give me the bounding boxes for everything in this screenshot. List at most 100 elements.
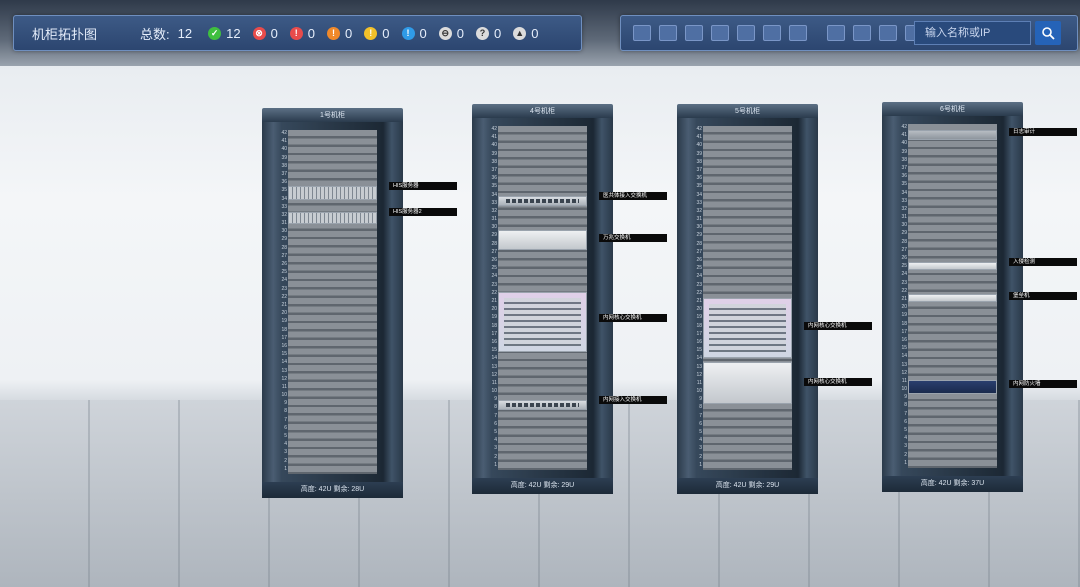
unit-number: 14 [281,359,287,366]
device-label[interactable]: 内网核心交换机 [804,378,872,386]
unit-number: 19 [696,314,702,321]
stat-check[interactable]: ✓ 12 [208,26,241,41]
rack-view-icon[interactable] [659,25,677,41]
unit-number: 15 [491,347,497,354]
unit-number: 34 [901,189,907,196]
device-label[interactable]: HIS服务器 [389,182,457,190]
device-label[interactable]: HIS服务器2 [389,208,457,216]
stat-caution[interactable]: ! 0 [364,25,390,41]
rack-device[interactable] [908,380,997,394]
unit-number: 41 [491,134,497,141]
device-label[interactable]: 万兆交换机 [599,234,667,242]
unit-number: 11 [491,379,497,386]
unit-number: 1 [904,459,907,466]
unit-number: 42 [281,130,287,136]
device-label[interactable]: 内网核心交换机 [804,322,872,330]
rack-device[interactable] [498,230,587,250]
stat-alert[interactable]: ! 0 [289,26,315,41]
unit-number: 3 [699,445,702,452]
unit-number: 4 [284,441,287,448]
stat-value: 0 [531,25,539,41]
unit-number: 36 [491,175,497,182]
unit-number: 22 [281,293,287,300]
unit-number: 14 [696,355,702,362]
summary-panel: 机柜拓扑图 总数: 12 ✓ 12 ⊗ 0! 0! 0! 0! 0 ⊖ 0? 0 ▲ 0 [13,15,582,51]
device-label[interactable]: 入侵检测 [1009,258,1077,266]
search-icon [1042,27,1055,40]
unit-number: 41 [281,138,287,145]
unit-number: 18 [491,322,497,329]
unit-number: 3 [494,445,497,452]
device-label[interactable]: 内网防火墙 [1009,380,1077,388]
stat-value: 0 [456,25,464,41]
unit-number: 1 [699,461,702,468]
unit-number: 35 [696,183,702,190]
unit-number: 15 [696,347,702,354]
zoom-out-icon[interactable] [789,25,807,41]
unit-number: 18 [696,322,702,329]
device-label[interactable]: 内网核心交换机 [599,314,667,322]
delete-icon[interactable] [685,25,703,41]
unit-number: 37 [696,166,702,173]
unit-number: 33 [281,203,287,210]
unit-number: 22 [696,289,702,296]
rack-cabinet[interactable]: 4号机柜 42 41 40 39 38 37 36 35 34 33 32 31 30 29 28 27 26 25… [472,104,613,494]
stat-value: 0 [382,25,390,41]
rack-device[interactable] [288,186,377,200]
stat-info[interactable]: ! 0 [401,26,427,41]
unit-number: 5 [904,427,907,434]
device-label[interactable]: 医共体接入交换机 [599,192,667,200]
rack-device[interactable] [498,400,587,410]
unit-number: 13 [281,367,287,374]
unit-number: 3 [904,443,907,450]
rack-cabinet[interactable]: 6号机柜 42 41 40 39 38 37 36 35 34 33 32 31 30 29 28 27 26 25… [882,102,1023,492]
stat-offline[interactable]: ⊖ 0 [438,25,464,41]
add-icon[interactable] [633,25,651,41]
unit-number: 34 [281,195,287,202]
rack-capacity: 高度: 42U 剩余: 28U [262,482,403,498]
save-icon[interactable] [879,25,897,41]
unit-number: 4 [904,435,907,442]
fullscreen-icon[interactable] [711,25,729,41]
unit-number: 28 [281,244,287,251]
device-label[interactable]: 内网接入交换机 [599,396,667,404]
unmanaged-icon: ▲ [513,26,527,40]
rack-device[interactable] [908,294,997,302]
unit-number: 25 [696,265,702,272]
stat-error[interactable]: ⊗ 0 [252,25,278,41]
stat-unknown[interactable]: ? 0 [475,26,501,41]
rack-device[interactable] [288,212,377,224]
stat-value: 0 [270,25,278,41]
stat-warning[interactable]: ! 0 [327,26,352,41]
unit-number: 17 [281,334,287,341]
rack-device[interactable] [703,362,792,404]
unit-number: 29 [901,230,907,237]
unit-number: 28 [491,240,497,247]
rack-device[interactable] [703,298,792,358]
search-input[interactable]: 输入名称或IP [914,21,1031,45]
zoom-in-icon[interactable] [763,25,781,41]
unit-number: 6 [284,424,287,431]
unit-number: 32 [696,207,702,214]
unit-number: 33 [491,199,497,206]
device-label[interactable]: 堡垒机 [1009,292,1077,300]
monitor-icon[interactable] [737,25,755,41]
rack-device[interactable] [908,262,997,270]
unit-number: 31 [491,216,497,223]
rack-device[interactable] [498,292,587,352]
rack-device[interactable] [498,196,587,206]
export-icon[interactable] [853,25,871,41]
search-button[interactable] [1035,21,1061,45]
unit-number: 23 [901,279,907,286]
unit-number: 39 [281,154,287,161]
device-label[interactable]: 日志审计 [1009,128,1077,136]
stat-unmanaged[interactable]: ▲ 0 [513,26,538,41]
unit-number: 29 [281,236,287,243]
unit-number: 42 [901,124,907,130]
rack-name: 5号机柜 [735,108,760,115]
refresh-icon[interactable] [827,25,845,41]
rack-cabinet[interactable]: 5号机柜 42 41 40 39 38 37 36 35 34 33 32 31 30 29 28 27 26 25… [677,104,818,494]
rack-device[interactable] [908,130,997,140]
unit-number: 14 [491,355,497,362]
rack-cabinet[interactable]: 1号机柜 42 41 40 39 38 37 36 35 34 33 32 31 30 29 28 27 26 25… [262,108,403,498]
